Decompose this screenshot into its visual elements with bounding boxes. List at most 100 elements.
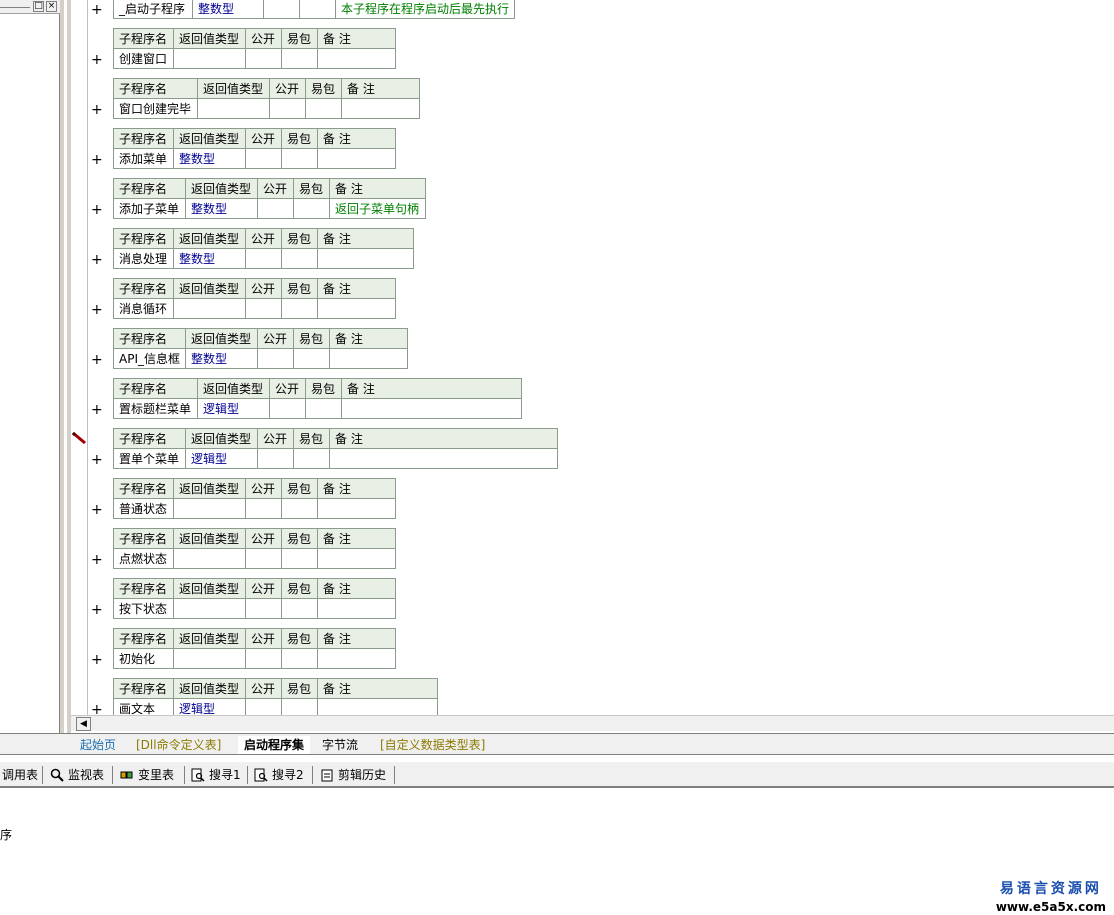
- expand-plus[interactable]: +: [91, 203, 103, 217]
- easy-cell[interactable]: [281, 548, 318, 569]
- subroutine-name[interactable]: 初始化: [113, 648, 174, 669]
- expand-plus[interactable]: +: [91, 603, 103, 617]
- call-table-button[interactable]: 调用表: [2, 765, 38, 785]
- expand-plus[interactable]: +: [91, 553, 103, 567]
- note-cell[interactable]: [329, 348, 408, 369]
- expand-plus[interactable]: +: [91, 53, 103, 67]
- expand-plus[interactable]: +: [91, 703, 103, 715]
- public-cell[interactable]: [245, 148, 282, 169]
- note-cell[interactable]: [329, 448, 558, 469]
- public-cell[interactable]: [245, 298, 282, 319]
- expand-plus[interactable]: +: [91, 453, 103, 467]
- easy-cell[interactable]: [299, 0, 336, 19]
- subroutine-name[interactable]: API_信息框: [113, 348, 186, 369]
- note-cell[interactable]: [317, 248, 414, 269]
- note-cell[interactable]: [341, 398, 522, 419]
- splitter-2[interactable]: [67, 0, 71, 735]
- note-cell[interactable]: [341, 98, 420, 119]
- tab-startup-module[interactable]: 启动程序集: [238, 736, 311, 754]
- public-cell[interactable]: [245, 248, 282, 269]
- expand-plus[interactable]: +: [91, 3, 103, 17]
- scroll-left-button[interactable]: ◀: [76, 717, 91, 731]
- easy-cell[interactable]: [281, 598, 318, 619]
- code-editor[interactable]: + _启动子程序 整数型 本子程序在程序启动后最先执行 + 子程序名 返回值类型公…: [87, 0, 1114, 715]
- subroutine-name[interactable]: 按下状态: [113, 598, 174, 619]
- return-type[interactable]: 整数型: [185, 348, 258, 369]
- easy-cell[interactable]: [281, 648, 318, 669]
- horizontal-scrollbar[interactable]: ◀: [71, 715, 1114, 731]
- clip-history-button[interactable]: 剪辑历史: [320, 765, 386, 785]
- subroutine-name[interactable]: 创建窗口: [113, 48, 174, 69]
- return-type[interactable]: [173, 598, 246, 619]
- easy-cell[interactable]: [281, 48, 318, 69]
- expand-plus[interactable]: +: [91, 353, 103, 367]
- subroutine-name[interactable]: 置标题栏菜单: [113, 398, 198, 419]
- subroutine-name[interactable]: 添加子菜单: [113, 198, 186, 219]
- expand-plus[interactable]: +: [91, 653, 103, 667]
- note-cell[interactable]: [317, 498, 396, 519]
- easy-cell[interactable]: [281, 148, 318, 169]
- expand-plus[interactable]: +: [91, 303, 103, 317]
- return-type[interactable]: [173, 48, 246, 69]
- variable-table-button[interactable]: 变里表: [120, 765, 174, 785]
- note-cell[interactable]: [317, 698, 438, 715]
- subroutine-name[interactable]: 点燃状态: [113, 548, 174, 569]
- note-cell[interactable]: [317, 598, 396, 619]
- return-type[interactable]: [173, 298, 246, 319]
- return-type[interactable]: 整数型: [185, 198, 258, 219]
- subroutine-name[interactable]: 消息循环: [113, 298, 174, 319]
- expand-plus[interactable]: +: [91, 253, 103, 267]
- note-cell[interactable]: 返回子菜单句柄: [329, 198, 426, 219]
- easy-cell[interactable]: [293, 198, 330, 219]
- watch-table-button[interactable]: 监视表: [50, 765, 104, 785]
- easy-cell[interactable]: [281, 698, 318, 715]
- public-cell[interactable]: [269, 398, 306, 419]
- return-type[interactable]: 逻辑型: [197, 398, 270, 419]
- expand-plus[interactable]: +: [91, 103, 103, 117]
- tab-custom-types[interactable]: [自定义数据类型表]: [374, 736, 491, 754]
- easy-cell[interactable]: [305, 398, 342, 419]
- splitter[interactable]: [60, 0, 64, 735]
- tab-dll-commands[interactable]: [Dll命令定义表]: [130, 736, 227, 754]
- easy-cell[interactable]: [281, 248, 318, 269]
- subroutine-name[interactable]: 窗口创建完毕: [113, 98, 198, 119]
- public-cell[interactable]: [257, 448, 294, 469]
- return-type[interactable]: 整数型: [173, 248, 246, 269]
- return-type[interactable]: 逻辑型: [185, 448, 258, 469]
- public-cell[interactable]: [257, 198, 294, 219]
- public-cell[interactable]: [263, 0, 300, 19]
- note-cell[interactable]: [317, 648, 396, 669]
- close-button[interactable]: ×: [46, 1, 57, 12]
- public-cell[interactable]: [245, 498, 282, 519]
- public-cell[interactable]: [245, 648, 282, 669]
- note-cell[interactable]: [317, 548, 396, 569]
- note-cell[interactable]: [317, 148, 396, 169]
- note-cell[interactable]: [317, 298, 396, 319]
- return-type[interactable]: [173, 548, 246, 569]
- subroutine-name[interactable]: 普通状态: [113, 498, 174, 519]
- public-cell[interactable]: [269, 98, 306, 119]
- subroutine-name[interactable]: _启动子程序: [113, 0, 193, 19]
- return-type[interactable]: [197, 98, 270, 119]
- return-type[interactable]: [173, 498, 246, 519]
- tab-byte-stream[interactable]: 字节流: [316, 736, 364, 754]
- search2-button[interactable]: 搜寻2: [254, 765, 304, 785]
- note-cell[interactable]: 本子程序在程序启动后最先执行: [334, 0, 516, 19]
- easy-cell[interactable]: [293, 348, 330, 369]
- public-cell[interactable]: [245, 698, 282, 715]
- expand-plus[interactable]: +: [91, 153, 103, 167]
- subroutine-name[interactable]: 消息处理: [113, 248, 174, 269]
- easy-cell[interactable]: [281, 498, 318, 519]
- public-cell[interactable]: [245, 598, 282, 619]
- restore-button[interactable]: □: [33, 1, 44, 12]
- expand-plus[interactable]: +: [91, 503, 103, 517]
- return-type[interactable]: 逻辑型: [173, 698, 246, 715]
- subroutine-name[interactable]: 添加菜单: [113, 148, 174, 169]
- easy-cell[interactable]: [305, 98, 342, 119]
- public-cell[interactable]: [257, 348, 294, 369]
- return-type[interactable]: 整数型: [173, 148, 246, 169]
- return-type[interactable]: [173, 648, 246, 669]
- return-type[interactable]: 整数型: [192, 0, 264, 19]
- public-cell[interactable]: [245, 48, 282, 69]
- note-cell[interactable]: [317, 48, 396, 69]
